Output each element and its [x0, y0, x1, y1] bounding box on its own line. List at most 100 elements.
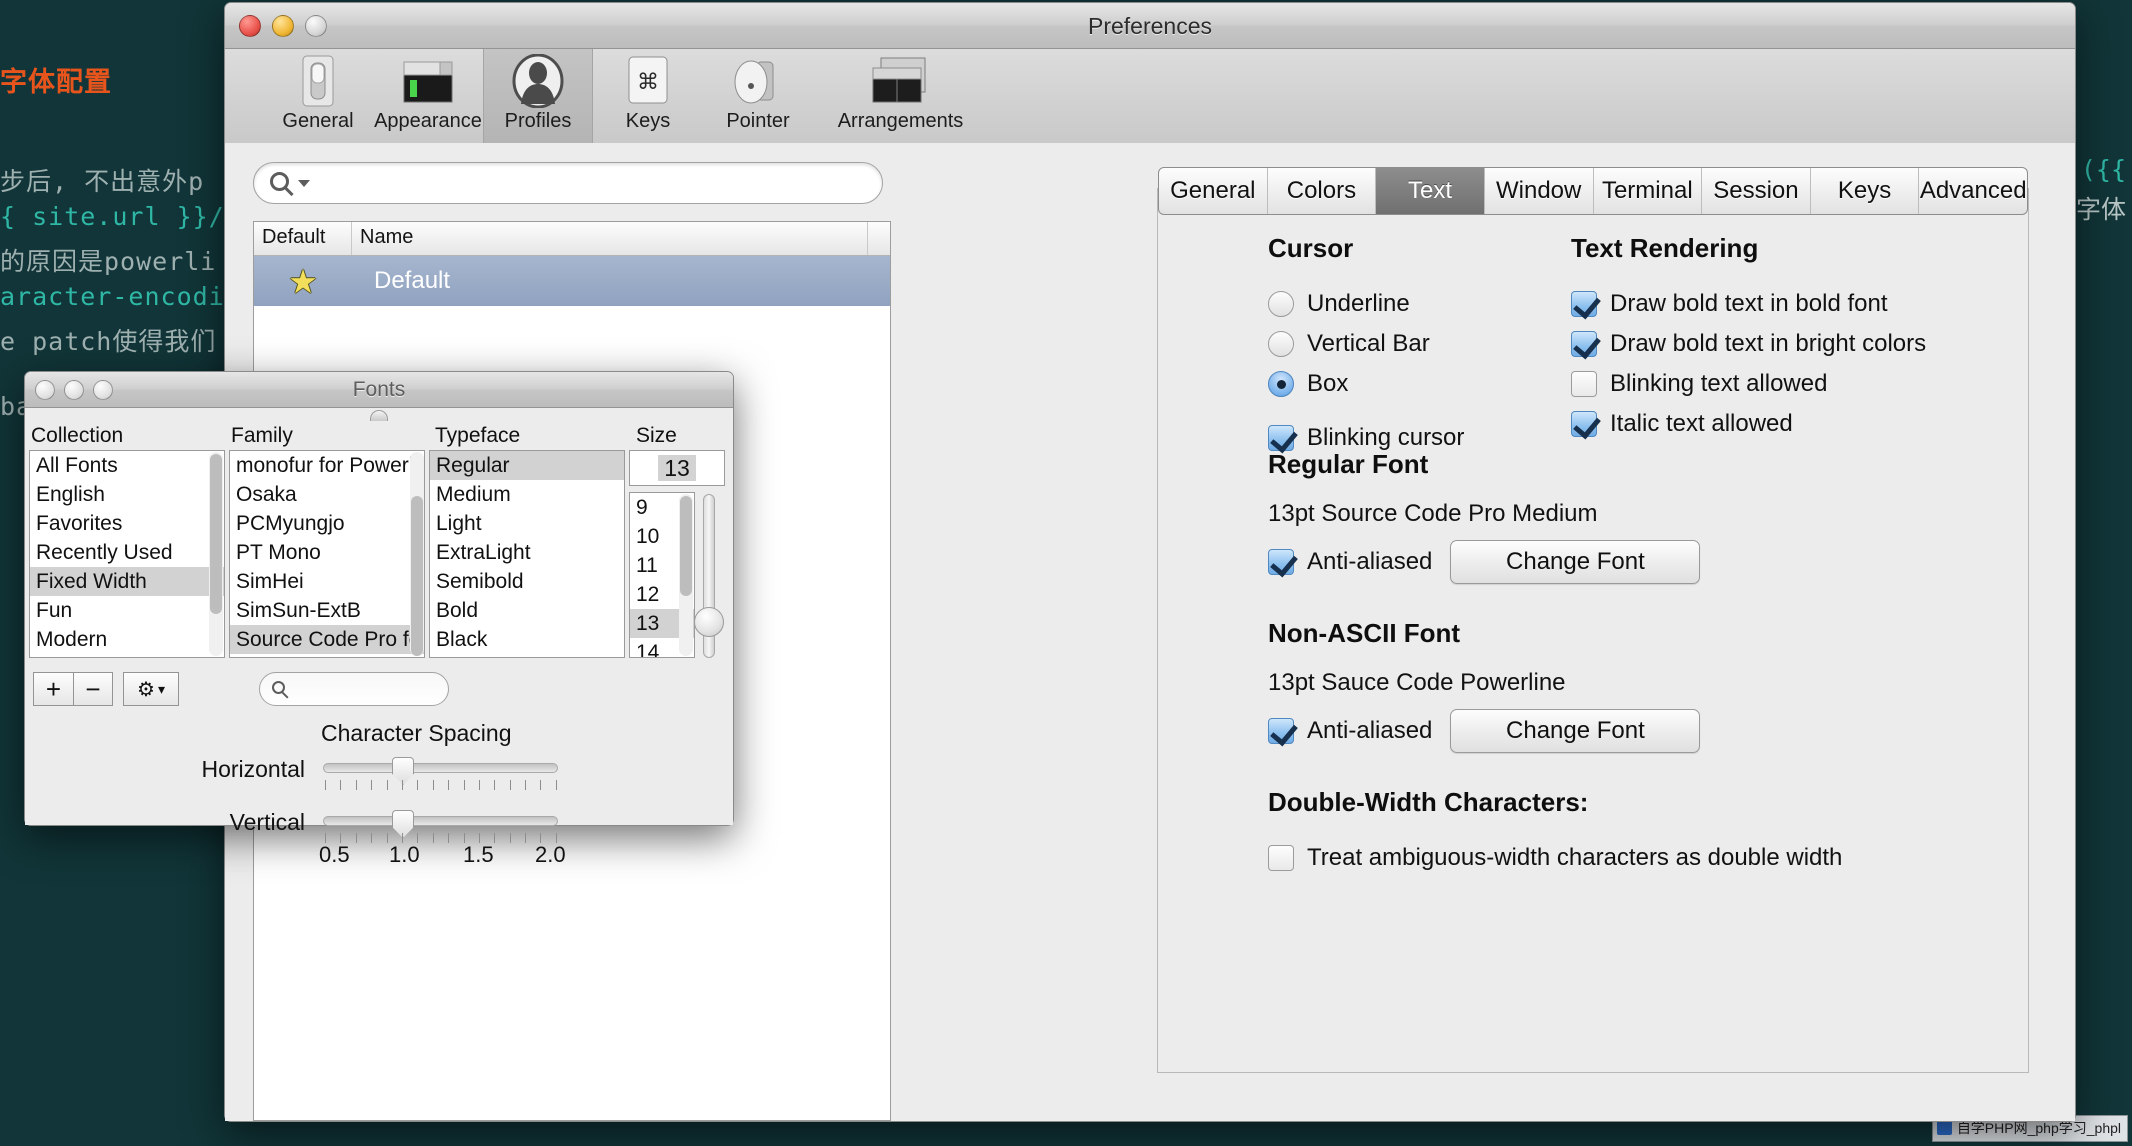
preview-resize-handle[interactable] [370, 410, 388, 421]
size-input[interactable]: 13 [629, 450, 725, 486]
render-option-bright-colors[interactable]: Draw bold text in bright colors [1571, 324, 2131, 364]
checkbox-icon-checked[interactable] [1571, 411, 1597, 437]
scale-label-2: 1.5 [463, 842, 494, 867]
tab-advanced[interactable]: Advanced [1919, 168, 2027, 214]
svg-text:⌘: ⌘ [637, 70, 659, 95]
user-silhouette-icon [484, 54, 592, 108]
toolbar-item-label: Arrangements [837, 110, 964, 132]
render-option-bold-font[interactable]: Draw bold text in bold font [1571, 284, 2131, 324]
double-width-option[interactable]: Treat ambiguous-width characters as doub… [1268, 838, 1968, 878]
radio-icon[interactable] [1268, 331, 1294, 357]
horizontal-slider[interactable] [323, 763, 558, 773]
toolbar-item-general[interactable]: General [263, 49, 373, 133]
list-item[interactable]: SimHei [230, 567, 424, 596]
tab-session[interactable]: Session [1702, 168, 1811, 214]
size-list-scrollbar[interactable] [679, 494, 693, 656]
non-ascii-font-antialiased[interactable]: Anti-aliased [1268, 717, 1432, 745]
tab-general[interactable]: General [1159, 168, 1268, 214]
list-item[interactable]: Semibold [430, 567, 624, 596]
change-regular-font-button[interactable]: Change Font [1450, 540, 1701, 584]
size-slider[interactable] [694, 494, 724, 658]
preferences-toolbar: General Appearance Profiles ⌘ Keys Point… [225, 49, 2075, 144]
column-header-size: Size [636, 424, 677, 447]
change-non-ascii-font-button[interactable]: Change Font [1450, 709, 1701, 753]
tab-window[interactable]: Window [1485, 168, 1594, 214]
list-item[interactable]: Fun [30, 596, 224, 625]
non-ascii-font-description: 13pt Sauce Code Powerline [1268, 669, 1566, 696]
list-item-selected[interactable]: Regular [430, 451, 624, 480]
page-title: Preferences [1087, 13, 1212, 39]
collection-list[interactable]: All Fonts English Favorites Recently Use… [29, 450, 225, 658]
radio-icon-selected[interactable] [1268, 371, 1294, 397]
render-option-italic-text[interactable]: Italic text allowed [1571, 404, 2131, 444]
list-item[interactable]: Modern [30, 625, 224, 654]
chevron-down-icon[interactable] [298, 180, 310, 187]
terminal-line: 的原因是powerli [0, 247, 217, 276]
list-item[interactable]: PCMyungjo [230, 509, 424, 538]
cursor-option-underline[interactable]: Underline [1268, 284, 1598, 324]
render-option-blinking-text[interactable]: Blinking text allowed [1571, 364, 2131, 404]
tab-keys[interactable]: Keys [1811, 168, 1920, 214]
column-header-name[interactable]: Name [352, 222, 868, 255]
tab-colors[interactable]: Colors [1268, 168, 1377, 214]
checkbox-icon-checked[interactable] [1571, 291, 1597, 317]
tab-terminal[interactable]: Terminal [1594, 168, 1703, 214]
list-item[interactable]: SimSun-ExtB [230, 596, 424, 625]
font-search-input[interactable] [259, 672, 449, 706]
profile-detail-pane: General Colors Text Window Terminal Sess… [1157, 167, 2029, 1073]
list-item[interactable]: Light [430, 509, 624, 538]
list-item-selected[interactable]: Source Code Pro for Po [230, 625, 424, 654]
profile-search-input[interactable] [253, 162, 883, 204]
toolbar-item-keys[interactable]: ⌘ Keys [593, 49, 703, 133]
add-collection-button[interactable]: + [33, 672, 73, 706]
list-item[interactable]: ExtraLight [430, 538, 624, 567]
toolbar-item-label: General [282, 110, 354, 132]
list-item[interactable]: Black [430, 625, 624, 654]
list-item-selected[interactable]: Fixed Width [30, 567, 224, 596]
checkbox-icon-checked[interactable] [1571, 331, 1597, 357]
cursor-option-box[interactable]: Box [1268, 364, 1598, 404]
toolbar-item-pointer[interactable]: Pointer [703, 49, 813, 133]
list-item[interactable]: Medium [430, 480, 624, 509]
checkbox-icon-checked[interactable] [1268, 549, 1294, 575]
typeface-list[interactable]: Regular Medium Light ExtraLight Semibold… [429, 450, 625, 658]
checkbox-icon[interactable] [1268, 845, 1294, 871]
list-item[interactable]: All Fonts [30, 451, 224, 480]
remove-collection-button[interactable]: − [73, 672, 113, 706]
list-item[interactable]: Favorites [30, 509, 224, 538]
scrollbar-thumb[interactable] [210, 454, 222, 614]
list-item[interactable]: monofur for Powerline [230, 451, 424, 480]
family-list[interactable]: monofur for Powerline Osaka PCMyungjo PT… [229, 450, 425, 658]
collection-scrollbar[interactable] [209, 452, 223, 656]
toggle-switch-icon [263, 54, 373, 108]
list-item[interactable]: Bold [430, 596, 624, 625]
vertical-slider[interactable] [323, 816, 558, 826]
family-scrollbar[interactable] [410, 452, 424, 656]
checkbox-icon[interactable] [1571, 371, 1597, 397]
radio-icon[interactable] [1268, 291, 1294, 317]
scrollbar-thumb[interactable] [680, 496, 692, 596]
toolbar-item-appearance[interactable]: Appearance [373, 49, 483, 133]
list-item[interactable]: Recently Used [30, 538, 224, 567]
table-row[interactable]: ★ Default [254, 256, 890, 306]
regular-font-description: 13pt Source Code Pro Medium [1268, 500, 1598, 527]
toolbar-item-arrangements[interactable]: Arrangements [813, 49, 988, 133]
non-ascii-font-heading: Non-ASCII Font [1268, 618, 1461, 648]
column-header-default[interactable]: Default [254, 222, 352, 255]
list-item[interactable]: PDF [30, 654, 224, 657]
list-item[interactable]: Osaka [230, 480, 424, 509]
checkbox-icon-checked[interactable] [1268, 425, 1294, 451]
list-item[interactable]: Ubuntu Mono derivativ [230, 654, 424, 657]
toolbar-item-profiles[interactable]: Profiles [483, 49, 593, 144]
list-item[interactable]: PT Mono [230, 538, 424, 567]
regular-font-antialiased[interactable]: Anti-aliased [1268, 548, 1432, 576]
gear-icon[interactable]: ⚙ ▾ [123, 672, 179, 706]
checkbox-icon-checked[interactable] [1268, 718, 1294, 744]
tab-text[interactable]: Text [1376, 168, 1485, 214]
size-slider-knob[interactable] [694, 607, 724, 637]
default-star-icon[interactable]: ★ [254, 262, 352, 301]
cursor-option-vertical-bar[interactable]: Vertical Bar [1268, 324, 1598, 364]
scrollbar-thumb[interactable] [411, 496, 423, 656]
toolbar-item-label: Profiles [504, 110, 572, 132]
list-item[interactable]: English [30, 480, 224, 509]
